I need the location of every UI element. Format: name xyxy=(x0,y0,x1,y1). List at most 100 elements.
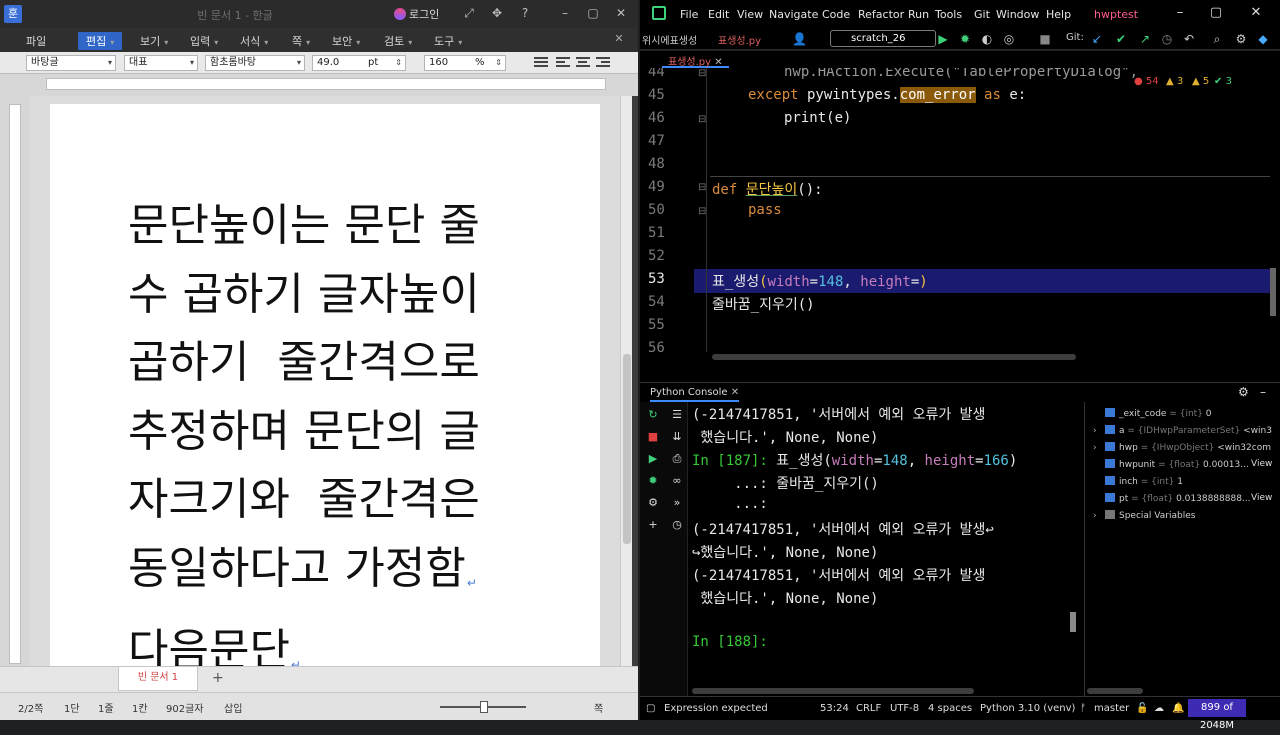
menu-file[interactable]: File xyxy=(680,8,698,21)
expand-icon[interactable]: › xyxy=(1093,426,1105,436)
ok-count[interactable]: ✔ 3 xyxy=(1214,76,1232,87)
scroll-end-icon[interactable]: ⇊ xyxy=(668,430,686,443)
print-icon[interactable]: ⎙ xyxy=(668,452,686,466)
git-commit-icon[interactable]: ✔ xyxy=(1114,32,1128,46)
file-encoding[interactable]: UTF-8 xyxy=(890,703,919,714)
maximize-icon[interactable]: ▢ xyxy=(584,6,602,20)
variables-icon[interactable]: ∞ xyxy=(668,474,686,487)
python-interpreter[interactable]: Python 3.10 (venv) xyxy=(980,703,1075,714)
variable-row[interactable]: › hwp = {IHwpObject} <win32com xyxy=(1093,442,1271,453)
tab-python-console[interactable]: Python Console ✕ xyxy=(650,387,740,402)
close-tab-icon[interactable]: ✕ xyxy=(731,387,739,398)
help-icon[interactable]: ? xyxy=(516,6,534,20)
stepper-icon[interactable]: ⇕ xyxy=(395,56,402,70)
vertical-scrollbar[interactable] xyxy=(620,96,632,666)
code-line-current[interactable]: 표_생성(width=148, height=) xyxy=(712,271,928,291)
stepper-icon[interactable]: ⇕ xyxy=(495,56,502,70)
indent-setting[interactable]: 4 spaces xyxy=(928,703,972,714)
menu-file[interactable]: 파일 xyxy=(26,33,46,49)
menu-view[interactable]: View xyxy=(737,8,763,21)
tab-document[interactable]: 빈 문서 1 xyxy=(118,667,198,691)
variable-row[interactable]: _exit_code = {int} 0 xyxy=(1093,408,1212,419)
more-icon[interactable]: » xyxy=(668,496,686,509)
console-vertical-scrollbar[interactable] xyxy=(1070,612,1076,632)
ribbon-collapse-icon[interactable]: ✕ xyxy=(610,32,628,45)
fold-icon[interactable]: ⊟ xyxy=(698,68,706,79)
hide-icon[interactable]: – xyxy=(1260,385,1266,399)
zoom-thumb[interactable] xyxy=(480,701,488,713)
history-icon[interactable]: ◷ xyxy=(1160,32,1174,46)
expand-icon[interactable]: › xyxy=(1093,511,1105,521)
git-update-icon[interactable]: ↙ xyxy=(1090,32,1104,46)
stop-icon[interactable]: ■ xyxy=(644,430,662,443)
profile-icon[interactable]: ◎ xyxy=(1002,32,1016,46)
run-icon[interactable]: ▶ xyxy=(936,32,950,46)
fold-icon[interactable]: ⊟ xyxy=(698,114,706,125)
horizontal-ruler[interactable] xyxy=(0,74,638,96)
align-right-icon[interactable] xyxy=(596,56,610,69)
breadcrumb[interactable]: 위시에표생성 xyxy=(642,32,697,47)
align-justify-icon[interactable] xyxy=(534,56,548,69)
warning-count[interactable]: ▲ 3 xyxy=(1166,76,1183,87)
console-prompt[interactable]: In [188]: xyxy=(692,634,768,650)
status-mode[interactable]: 삽입 xyxy=(224,700,242,715)
scroll-thumb[interactable] xyxy=(623,354,631,544)
code-editor[interactable]: ● 54 ▲ 3 ▲ 5 ✔ 3 44 45 46 47 48 49 50 51… xyxy=(640,68,1280,362)
menu-tools[interactable]: Tools xyxy=(935,8,962,21)
menu-help[interactable]: Help xyxy=(1046,8,1071,21)
memory-indicator[interactable]: 899 of 2048M xyxy=(1188,699,1246,731)
breadcrumb-file[interactable]: 표생성.py xyxy=(718,32,761,47)
maximize-icon[interactable]: ▢ xyxy=(1206,5,1226,20)
document-body[interactable]: 문단높이는 문단 줄 수 곱하기 글자높이 곱하기 줄간격으로 추정하며 문단의… xyxy=(128,192,523,666)
vertical-ruler[interactable] xyxy=(0,96,30,666)
stop-icon[interactable]: ■ xyxy=(1038,32,1052,46)
add-tab-icon[interactable]: + xyxy=(212,670,224,686)
menu-run[interactable]: Run xyxy=(908,8,929,21)
rerun-icon[interactable]: ↻ xyxy=(644,408,662,421)
settings-icon[interactable]: ⚙ xyxy=(644,496,662,509)
status-zoom[interactable]: 쪽 xyxy=(594,700,603,715)
coverage-icon[interactable]: ◐ xyxy=(980,32,994,46)
rollback-icon[interactable]: ↶ xyxy=(1182,32,1196,46)
menu-view[interactable]: 보기 ▾ xyxy=(140,33,168,49)
layout-icon[interactable]: ▢ xyxy=(646,703,655,714)
special-variables-row[interactable]: › Special Variables xyxy=(1093,510,1195,521)
cursor-position[interactable]: 53:24 xyxy=(820,703,849,714)
menu-navigate[interactable]: Navigate xyxy=(769,8,818,21)
git-branch[interactable]: master xyxy=(1094,703,1129,714)
user-icon[interactable]: 👤 xyxy=(792,32,807,46)
debug-icon[interactable]: ✹ xyxy=(644,474,662,487)
search-icon[interactable]: ⌕ xyxy=(1210,32,1224,46)
menu-page[interactable]: 쪽 ▾ xyxy=(292,33,310,49)
lock-icon[interactable]: 🔓 xyxy=(1136,703,1148,714)
expand-icon[interactable]: › xyxy=(1093,443,1105,453)
cloud-icon[interactable]: ☁ xyxy=(1154,703,1164,714)
git-push-icon[interactable]: ↗ xyxy=(1138,32,1152,46)
menu-git[interactable]: Git xyxy=(974,8,990,21)
variables-horizontal-scrollbar[interactable] xyxy=(1087,688,1143,694)
variable-row[interactable]: › a = {IDHwpParameterSet} <win3 xyxy=(1093,425,1272,436)
tab-file[interactable]: 표생성.py ✕ xyxy=(662,51,729,68)
menu-format[interactable]: 서식 ▾ xyxy=(240,33,268,49)
login-button[interactable]: 로그인 xyxy=(394,6,439,22)
minimize-icon[interactable]: – xyxy=(1170,5,1190,20)
language-select[interactable]: 대표 ▾ xyxy=(124,55,198,71)
settings-icon[interactable]: ⚙ xyxy=(1234,32,1248,46)
editor-console-divider[interactable] xyxy=(640,362,1280,382)
menu-code[interactable]: Code xyxy=(822,8,850,21)
run-config-select[interactable]: scratch_26 xyxy=(830,30,936,47)
status-page[interactable]: 2/2쪽 xyxy=(18,700,43,715)
view-link[interactable]: View xyxy=(1251,493,1273,503)
menu-review[interactable]: 검토 ▾ xyxy=(384,33,412,49)
font-select[interactable]: 함초롬바탕 ▾ xyxy=(205,55,305,71)
history-icon[interactable]: ◷ xyxy=(668,518,686,531)
font-size-field[interactable]: 49.0 pt ⇕ xyxy=(312,55,406,71)
variable-row[interactable]: pt = {float} 0.0138888888... xyxy=(1093,493,1251,504)
align-left-icon[interactable] xyxy=(556,56,570,69)
menu-window[interactable]: Window xyxy=(996,8,1039,21)
soft-wrap-icon[interactable]: ☰ xyxy=(668,408,686,421)
close-icon[interactable]: ✕ xyxy=(1246,5,1266,20)
console-horizontal-scrollbar[interactable] xyxy=(692,688,974,694)
add-icon[interactable]: + xyxy=(644,518,662,531)
menu-insert[interactable]: 입력 ▾ xyxy=(190,33,218,49)
